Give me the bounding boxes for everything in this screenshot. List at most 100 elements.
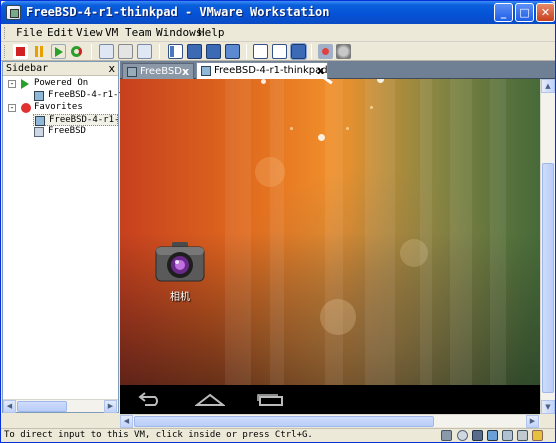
scroll-thumb[interactable] <box>134 416 434 427</box>
scroll-up-button[interactable]: ▲ <box>541 79 555 93</box>
tree-item-label: FreeBSD <box>48 126 86 136</box>
scroll-thumb[interactable] <box>17 401 67 412</box>
scroll-right-button[interactable]: ▶ <box>104 400 117 413</box>
menu-file[interactable]: File <box>16 26 43 39</box>
tab-label: FreeBSD <box>140 66 182 77</box>
sidebar-close-button[interactable]: x <box>108 62 115 75</box>
tab-label: FreeBSD-4-r1-thinkpad <box>214 65 328 76</box>
wallpaper-stripe <box>420 79 432 385</box>
tree-group-powered-on[interactable]: - Powered On <box>3 78 117 90</box>
home-icon[interactable] <box>194 391 226 410</box>
collapse-toggle[interactable]: - <box>8 80 16 88</box>
scroll-right-button[interactable]: ▶ <box>526 415 539 428</box>
window-title: FreeBSD-4-r1-thinkpad - VMware Workstati… <box>26 5 330 19</box>
full-screen-icon[interactable] <box>206 44 221 59</box>
thumbnail-view-icon[interactable] <box>290 43 307 60</box>
revert-snapshot-icon[interactable] <box>118 44 133 59</box>
wallpaper-stripe <box>270 79 284 385</box>
cd-rom-icon[interactable] <box>457 430 468 441</box>
close-button[interactable]: ✕ <box>536 3 555 22</box>
snapshot-manager-icon[interactable] <box>137 44 152 59</box>
pause-icon[interactable] <box>32 44 47 59</box>
wallpaper-bokeh <box>320 299 356 335</box>
show-sidebar-icon[interactable] <box>168 44 183 59</box>
tree-item-vm-selected[interactable]: FreeBSD-4-r1-thi <box>33 114 136 126</box>
status-bar: To direct input to this VM, click inside… <box>1 428 555 442</box>
usb-icon[interactable] <box>502 430 513 441</box>
scroll-corner <box>2 414 119 428</box>
team-icon[interactable] <box>336 44 351 59</box>
vmware-window: FreeBSD-4-r1-thinkpad - VMware Workstati… <box>0 0 556 443</box>
vm-tab-icon <box>127 67 137 77</box>
tab-freebsd[interactable]: FreeBSD x <box>122 63 194 79</box>
play-icon[interactable] <box>51 44 66 59</box>
vm-console[interactable]: 相机 <box>120 79 540 414</box>
console-horizontal-scrollbar[interactable]: ◀ ▶ <box>120 414 540 428</box>
toolbar-separator <box>311 44 312 59</box>
camera-app-icon[interactable] <box>154 240 206 286</box>
hard-disk-icon[interactable] <box>441 430 452 441</box>
menu-vm[interactable]: VM <box>105 26 118 39</box>
tree-group-favorites[interactable]: - Favorites <box>3 102 117 114</box>
toolbar-grip <box>4 45 7 58</box>
tab-freebsd-4-r1-thinkpad[interactable]: FreeBSD-4-r1-thinkpad x <box>196 62 328 80</box>
menu-team[interactable]: Team <box>125 26 152 39</box>
maximize-button[interactable]: □ <box>515 3 534 22</box>
scroll-left-button[interactable]: ◀ <box>120 415 133 428</box>
wallpaper-stripe <box>225 79 251 385</box>
vm-settings-icon[interactable] <box>318 44 333 59</box>
wallpaper-bokeh <box>400 239 428 267</box>
menu-grip <box>4 27 7 39</box>
wallpaper-stripe <box>325 79 343 385</box>
menu-help[interactable]: Help <box>198 26 225 39</box>
console-view-icon[interactable] <box>272 44 287 59</box>
back-icon[interactable] <box>137 391 163 410</box>
minimize-button[interactable]: _ <box>494 3 513 22</box>
wallpaper-stripe <box>450 79 472 385</box>
vm-icon <box>34 127 44 137</box>
quick-switch-icon[interactable] <box>187 44 202 59</box>
collapse-toggle[interactable]: - <box>8 104 16 112</box>
wallpaper-stripe <box>365 79 395 385</box>
tree-item-vm[interactable]: FreeBSD-4-r1-thi <box>3 90 135 102</box>
android-nav-bar <box>120 385 540 414</box>
favorites-heart-icon <box>21 103 31 113</box>
scroll-down-button[interactable]: ▼ <box>541 400 555 414</box>
menu-view[interactable]: View <box>76 26 103 39</box>
recent-apps-icon[interactable] <box>256 391 284 410</box>
toolbar-separator <box>91 44 92 59</box>
sidebar-horizontal-scrollbar[interactable]: ◀ ▶ <box>3 399 118 413</box>
tab-bar: FreeBSD x FreeBSD-4-r1-thinkpad x <box>120 61 555 80</box>
powered-on-icon <box>21 79 29 89</box>
title-bar[interactable]: FreeBSD-4-r1-thinkpad - VMware Workstati… <box>1 1 555 24</box>
unity-icon[interactable] <box>225 44 240 59</box>
tree-item-vm[interactable]: FreeBSD <box>3 126 117 138</box>
menu-windows[interactable]: Windows <box>156 26 202 39</box>
wallpaper-stripe <box>490 79 506 385</box>
snapshot-icon[interactable] <box>99 44 114 59</box>
sidebar-title: Sidebar <box>6 63 49 74</box>
console-vertical-scrollbar[interactable]: ▲ ▼ <box>540 79 555 414</box>
menu-edit[interactable]: Edit <box>47 26 74 39</box>
camera-app-label: 相机 <box>170 292 190 303</box>
reset-icon[interactable] <box>69 44 84 59</box>
tree-group-label: Favorites <box>34 102 83 112</box>
network-icon[interactable] <box>487 430 498 441</box>
messages-icon[interactable] <box>532 430 543 441</box>
sound-icon[interactable] <box>517 430 528 441</box>
tab-close-icon[interactable]: x <box>317 64 324 77</box>
summary-view-icon[interactable] <box>253 44 268 59</box>
wallpaper-dot <box>318 134 325 141</box>
sidebar: Sidebar x - Powered On FreeBSD-4-r1-thi … <box>2 61 136 413</box>
toolbar-separator <box>159 44 160 59</box>
floppy-icon[interactable] <box>472 430 483 441</box>
scroll-thumb[interactable] <box>542 163 554 393</box>
tab-close-icon[interactable]: x <box>182 65 189 78</box>
stop-icon[interactable] <box>13 44 28 59</box>
vm-running-icon <box>34 91 44 101</box>
scroll-left-button[interactable]: ◀ <box>3 400 16 413</box>
vm-running-icon <box>35 116 45 126</box>
wallpaper-dot <box>370 106 373 109</box>
tree-group-label: Powered On <box>34 78 89 88</box>
sidebar-header: Sidebar x <box>3 62 118 76</box>
